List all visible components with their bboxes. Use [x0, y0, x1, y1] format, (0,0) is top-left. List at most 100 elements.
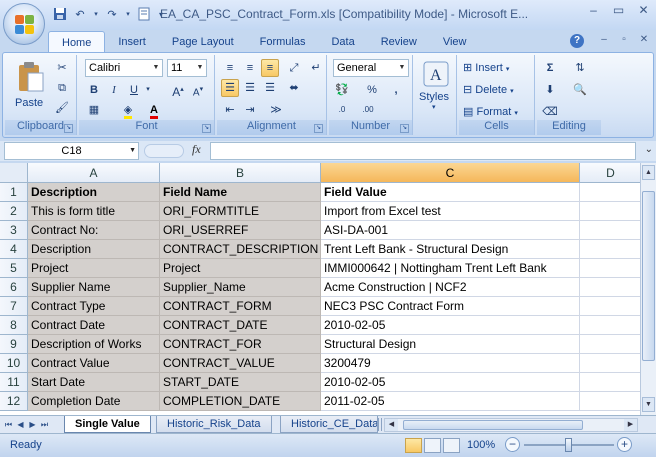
number-launcher-icon[interactable]: ↘: [400, 124, 409, 133]
cell-d[interactable]: [580, 221, 642, 240]
zoom-in-icon[interactable]: +: [617, 437, 632, 452]
scroll-left-icon[interactable]: ◀: [385, 419, 398, 431]
next-sheet-icon[interactable]: ▶: [28, 418, 37, 431]
office-button[interactable]: [3, 3, 45, 45]
column-header-b[interactable]: B: [160, 163, 321, 183]
tab-split-handle[interactable]: [378, 418, 382, 431]
cell-d[interactable]: [580, 297, 642, 316]
row-header[interactable]: 3: [0, 221, 28, 240]
copy-icon[interactable]: ⧉: [53, 79, 71, 97]
alignment-launcher-icon[interactable]: ↘: [314, 124, 323, 133]
doc-restore-button[interactable]: ▫: [618, 34, 630, 45]
cell-b[interactable]: CONTRACT_DATE: [160, 316, 321, 335]
increase-indent-icon[interactable]: ⇥: [241, 101, 259, 119]
scroll-right-icon[interactable]: ▶: [624, 419, 637, 431]
zoom-out-icon[interactable]: −: [505, 437, 520, 452]
cell-d[interactable]: [580, 392, 642, 411]
cell-d[interactable]: [580, 202, 642, 221]
cell-c[interactable]: IMMI000642 | Nottingham Trent Left Bank: [321, 259, 580, 278]
cell-a[interactable]: Description of Works: [28, 335, 160, 354]
cell-d[interactable]: [580, 354, 642, 373]
row-header[interactable]: 7: [0, 297, 28, 316]
cell-a[interactable]: Contract No:: [28, 221, 160, 240]
autosum-icon[interactable]: Σ: [541, 59, 559, 77]
tab-review[interactable]: Review: [368, 31, 430, 53]
expand-formula-bar-icon[interactable]: ⌄: [645, 144, 653, 155]
first-sheet-icon[interactable]: ⏮: [4, 418, 13, 431]
cell-b[interactable]: CONTRACT_FOR: [160, 335, 321, 354]
align-middle-icon[interactable]: ≡: [241, 59, 259, 77]
minimize-button[interactable]: –: [581, 0, 606, 20]
redo-icon[interactable]: ↷: [104, 7, 120, 23]
row-header[interactable]: 2: [0, 202, 28, 221]
cell-a[interactable]: This is form title: [28, 202, 160, 221]
font-color-icon[interactable]: A: [145, 101, 163, 119]
print-preview-icon[interactable]: [136, 7, 152, 23]
cell-b[interactable]: Supplier_Name: [160, 278, 321, 297]
merge-center-icon[interactable]: ⬌: [285, 79, 303, 97]
shrink-font-button[interactable]: A▾: [189, 81, 207, 99]
cell-b[interactable]: ORI_USERREF: [160, 221, 321, 240]
redo-dropdown-icon[interactable]: ▾: [124, 7, 132, 23]
page-layout-view-icon[interactable]: [424, 438, 441, 453]
horizontal-scroll-thumb[interactable]: [403, 420, 583, 430]
last-sheet-icon[interactable]: ⏭: [40, 418, 49, 431]
align-bottom-icon[interactable]: ≡: [261, 59, 279, 77]
undo-icon[interactable]: ↶: [72, 7, 88, 23]
row-header[interactable]: 10: [0, 354, 28, 373]
sheet-tab-historic-ce-data[interactable]: Historic_CE_Data: [280, 416, 378, 433]
cell-c[interactable]: Structural Design: [321, 335, 580, 354]
row-header[interactable]: 9: [0, 335, 28, 354]
cell-b[interactable]: Field Name: [160, 183, 321, 202]
tab-view[interactable]: View: [430, 31, 480, 53]
close-button[interactable]: ✕: [631, 0, 656, 20]
comma-style-icon[interactable]: ,: [387, 81, 405, 99]
page-break-view-icon[interactable]: [443, 438, 460, 453]
cell-c[interactable]: Field Value: [321, 183, 580, 202]
row-header[interactable]: 5: [0, 259, 28, 278]
cell-a[interactable]: Start Date: [28, 373, 160, 392]
clipboard-launcher-icon[interactable]: ↘: [64, 124, 73, 133]
align-right-icon[interactable]: ☰: [261, 79, 279, 97]
cell-d[interactable]: [580, 335, 642, 354]
tab-home[interactable]: Home: [48, 31, 106, 53]
scroll-down-icon[interactable]: ▼: [642, 397, 655, 412]
cell-d[interactable]: [580, 259, 642, 278]
row-header[interactable]: 1: [0, 183, 28, 202]
grow-font-button[interactable]: A▴: [169, 81, 187, 99]
align-left-icon[interactable]: ☰: [221, 79, 239, 97]
row-header[interactable]: 4: [0, 240, 28, 259]
column-header-a[interactable]: A: [28, 163, 160, 183]
row-header[interactable]: 8: [0, 316, 28, 335]
text-direction-icon[interactable]: ≫: [267, 101, 285, 119]
help-icon[interactable]: ?: [570, 34, 584, 48]
clear-icon[interactable]: ⌫: [541, 103, 559, 121]
tab-formulas[interactable]: Formulas: [247, 31, 319, 53]
format-cells-button[interactable]: ▤ Format ▾: [463, 105, 518, 118]
cell-a[interactable]: Supplier Name: [28, 278, 160, 297]
vertical-scrollbar[interactable]: ▲ ▼: [640, 163, 656, 415]
tab-page-layout[interactable]: Page Layout: [159, 31, 247, 53]
cell-b[interactable]: Project: [160, 259, 321, 278]
formula-input[interactable]: [210, 142, 636, 160]
cell-b[interactable]: CONTRACT_VALUE: [160, 354, 321, 373]
styles-button[interactable]: A Styles ▾: [419, 59, 453, 117]
cell-b[interactable]: START_DATE: [160, 373, 321, 392]
cell-b[interactable]: CONTRACT_FORM: [160, 297, 321, 316]
select-all-button[interactable]: [0, 163, 28, 183]
sheet-tab-historic-risk-data[interactable]: Historic_Risk_Data: [156, 416, 272, 433]
save-icon[interactable]: [52, 7, 68, 23]
undo-dropdown-icon[interactable]: ▾: [92, 7, 100, 23]
sort-filter-icon[interactable]: ⇅: [571, 59, 589, 77]
maximize-button[interactable]: ▭: [606, 0, 631, 20]
increase-decimal-icon[interactable]: .0: [333, 101, 351, 119]
cell-d[interactable]: [580, 183, 642, 202]
cell-d[interactable]: [580, 278, 642, 297]
underline-button[interactable]: U: [125, 81, 143, 99]
column-header-c[interactable]: C: [321, 163, 580, 183]
cell-c[interactable]: NEC3 PSC Contract Form: [321, 297, 580, 316]
cell-a[interactable]: Project: [28, 259, 160, 278]
number-format-select[interactable]: General ▼: [333, 59, 409, 77]
paste-button[interactable]: Paste: [13, 59, 49, 115]
insert-cells-button[interactable]: ⊞ Insert ▾: [463, 61, 509, 74]
